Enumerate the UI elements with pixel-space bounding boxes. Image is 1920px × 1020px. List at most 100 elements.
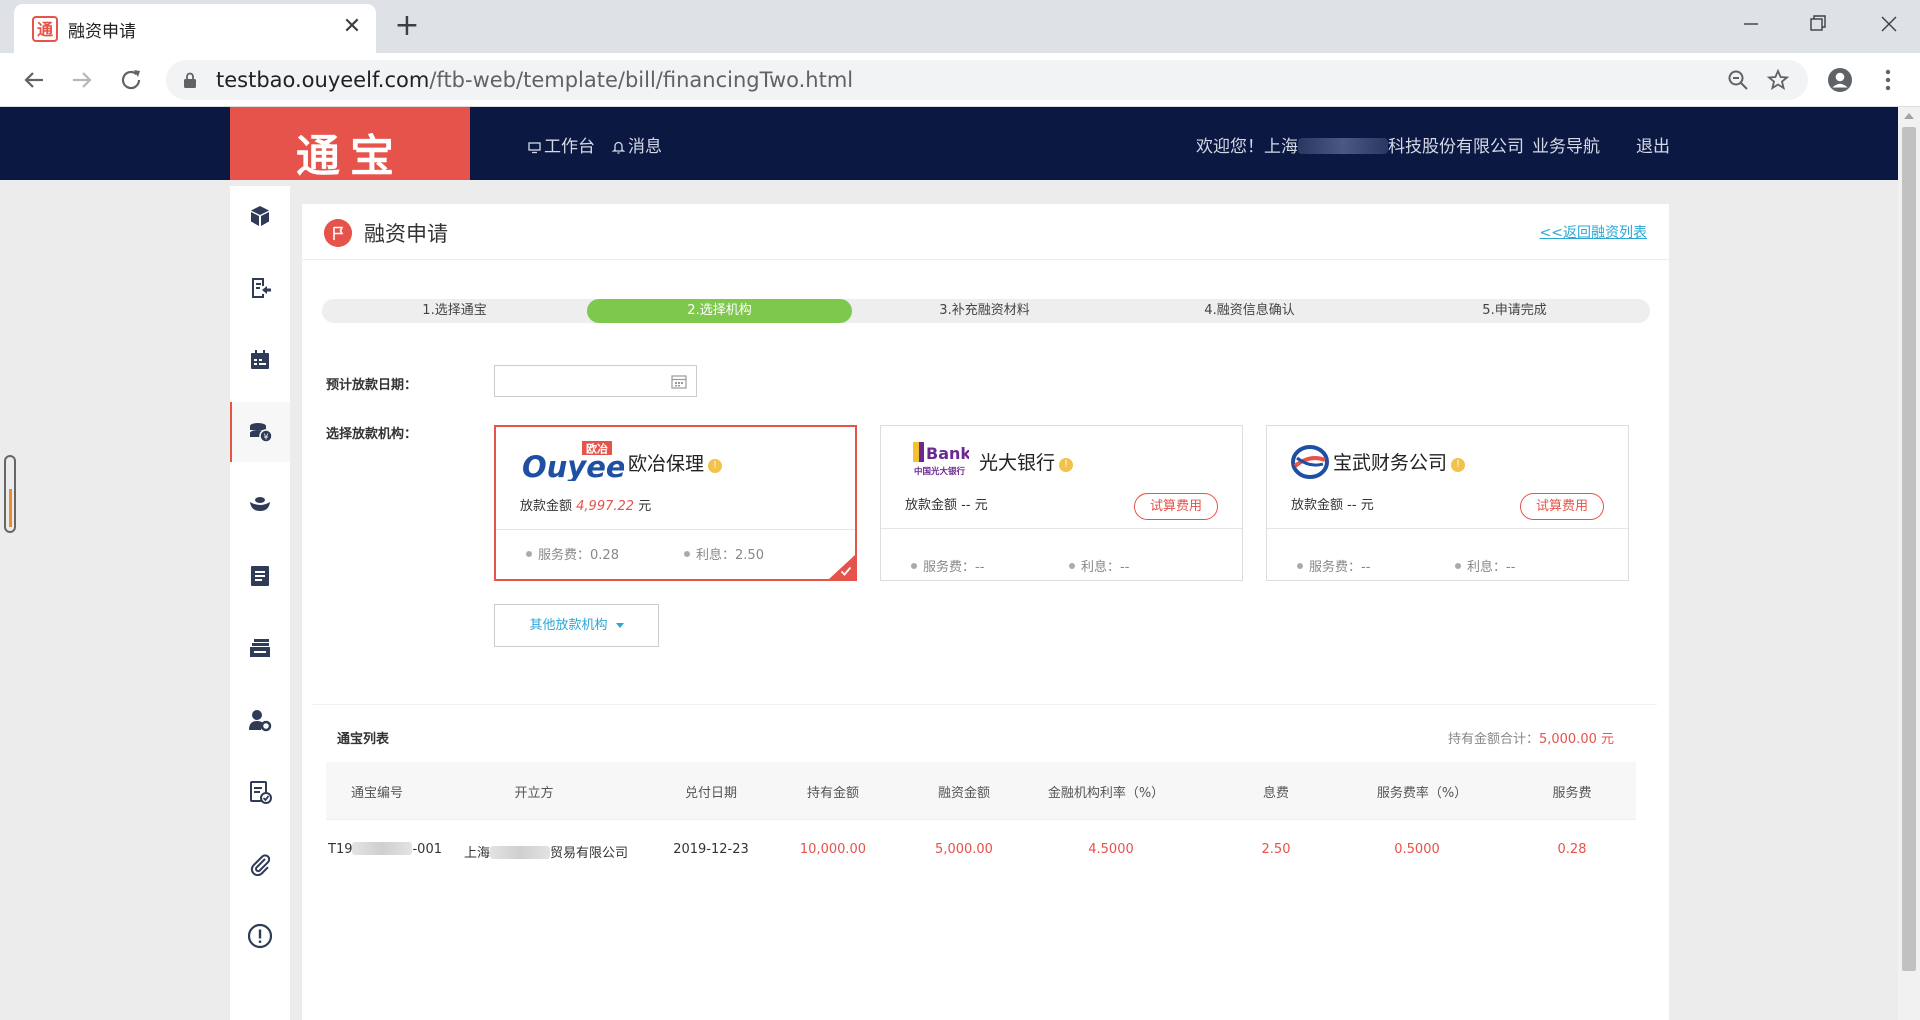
info-icon[interactable]: !: [1059, 458, 1074, 472]
attachment-icon: [250, 854, 271, 876]
zoom-out-icon[interactable]: [1726, 68, 1750, 92]
redacted-company: [1298, 138, 1388, 154]
new-tab-icon[interactable]: +: [392, 11, 422, 42]
sidebar-item-receive[interactable]: [230, 258, 290, 318]
interest: 利息：--: [1455, 556, 1515, 575]
baowu-logo: [1291, 445, 1329, 479]
main-panel: 融资申请 <<返回融资列表 1.选择通宝 2.选择机构 3.补充融资材料 4.融…: [302, 204, 1669, 1020]
column-header: 息费: [1262, 786, 1289, 801]
minimize-icon[interactable]: [1722, 6, 1778, 42]
total-held-amount: 持有金额合计：5,000.00 元: [1447, 732, 1614, 747]
monitor-icon: [528, 142, 541, 154]
check-icon: [840, 566, 852, 576]
sidebar-item-users[interactable]: [230, 690, 290, 750]
browser-menu-icon[interactable]: [1874, 66, 1902, 94]
sidebar-item-help[interactable]: [230, 906, 290, 966]
interest: 利息：2.50: [684, 544, 764, 563]
site-header: 通宝 工作台 消息 欢迎您！上海 科技股份有限公司 业务导航 退出: [0, 107, 1898, 182]
redacted-issuer: [490, 846, 551, 859]
step-progress-bar: 1.选择通宝 2.选择机构 3.补充融资材料 4.融资信息确认 5.申请完成: [322, 299, 1650, 323]
sidebar-item-schedule[interactable]: [230, 330, 290, 390]
loan-date-label: 预计放款日期：: [326, 378, 418, 393]
step-1: 1.选择通宝: [422, 303, 487, 318]
loan-date-input[interactable]: [494, 365, 697, 397]
page-title: 融资申请: [364, 222, 448, 246]
site-logo[interactable]: 通宝: [230, 107, 470, 182]
sidebar-item-archive[interactable]: [230, 618, 290, 678]
calc-fee-button[interactable]: 试算费用: [1520, 493, 1604, 520]
other-institutions-dropdown[interactable]: 其他放款机构: [494, 604, 659, 647]
page-header: 融资申请 <<返回融资列表: [302, 204, 1669, 260]
forward-icon[interactable]: [66, 64, 98, 96]
bell-icon: [611, 141, 626, 154]
step-5: 5.申请完成: [1482, 303, 1547, 318]
tab-close-icon[interactable]: ✕: [338, 13, 366, 41]
scrollbar-thumb[interactable]: [1902, 127, 1916, 971]
institution-card-ouyeel[interactable]: 欧冶 Ouyeel 欧冶保理! 放款金额 4,997.22 元 服务费：0.28…: [494, 425, 857, 581]
cell-service-rate: 0.5000: [1394, 842, 1440, 857]
service-fee: 服务费：--: [1297, 556, 1370, 575]
table-row[interactable]: T19 -001 上海 贸易有限公司 2019-12-23 10,000.00 5,…: [326, 820, 1636, 880]
column-header: 金融机构利率（%）: [1047, 786, 1165, 801]
scroll-up-icon[interactable]: [1904, 113, 1914, 119]
nav-business-guide[interactable]: 业务导航: [1532, 132, 1600, 157]
column-header: 持有金额: [806, 786, 859, 801]
calc-fee-button[interactable]: 试算费用: [1134, 493, 1218, 520]
sidebar-item-financing[interactable]: ¥: [230, 402, 290, 462]
sidebar-item-records[interactable]: [230, 546, 290, 606]
institution-card-everbright[interactable]: Bank 中国光大银行 光大银行! 放款金额 -- 元 试算费用 服务费：-- …: [880, 425, 1243, 581]
cell-issuer: 上海 贸易有限公司: [464, 846, 629, 861]
sidebar-item-approval[interactable]: [230, 762, 290, 822]
institution-name: 光大银行!: [979, 448, 1074, 475]
alert-icon: [247, 923, 273, 949]
column-header: 通宝编号: [350, 786, 403, 801]
sidebar-item-assets[interactable]: [230, 474, 290, 534]
interest: 利息：--: [1069, 556, 1129, 575]
cell-interest-fee: 2.50: [1261, 842, 1291, 857]
sidebar-item-attachments[interactable]: [230, 834, 290, 894]
svg-text:Ouyeel: Ouyeel: [522, 450, 624, 481]
institution-label: 选择放款机构：: [326, 427, 418, 442]
step-2-active: 2.选择机构: [587, 299, 852, 323]
column-header: 融资金额: [937, 786, 990, 801]
step-4: 4.融资信息确认: [1204, 303, 1295, 318]
side-scroll-indicator: [4, 455, 16, 533]
back-to-list-link[interactable]: <<返回融资列表: [1540, 222, 1647, 242]
column-header: 服务费率（%）: [1376, 786, 1468, 801]
bookmark-star-icon[interactable]: [1766, 68, 1790, 92]
info-icon[interactable]: !: [708, 459, 723, 473]
welcome-text: 欢迎您！上海 科技股份有限公司: [1196, 137, 1524, 157]
flag-icon: [324, 219, 352, 247]
page-scrollbar[interactable]: [1898, 107, 1920, 1020]
address-bar[interactable]: testbao.ouyeelf.com/ftb-web/template/bil…: [166, 60, 1808, 100]
ingot-icon: [250, 497, 270, 511]
svg-text:中国光大银行: 中国光大银行: [914, 466, 966, 477]
tongbao-list-title: 通宝列表: [337, 732, 390, 747]
nav-messages[interactable]: 消息: [611, 132, 662, 157]
sidebar-item-tongbao[interactable]: [230, 186, 290, 246]
restore-icon[interactable]: [1790, 6, 1846, 42]
coins-icon: ¥: [250, 423, 273, 443]
service-fee: 服务费：--: [911, 556, 984, 575]
institution-card-baowu[interactable]: 宝武财务公司! 放款金额 -- 元 试算费用 服务费：-- 利息：--: [1266, 425, 1629, 581]
info-icon[interactable]: !: [1451, 458, 1466, 472]
nav-logout[interactable]: 退出: [1636, 132, 1670, 157]
sidebar: ¥: [230, 186, 290, 1020]
lock-icon: [184, 72, 196, 88]
everbright-bank-logo: Bank 中国光大银行: [913, 442, 969, 477]
cell-due-date: 2019-12-23: [673, 842, 749, 857]
institution-name: 宝武财务公司!: [1333, 448, 1466, 475]
cell-service-fee: 0.28: [1557, 842, 1587, 857]
browser-tab[interactable]: 通 融资申请 ✕: [14, 4, 376, 53]
calendar-icon: [251, 350, 269, 369]
step-3: 3.补充融资材料: [939, 303, 1030, 318]
calendar-picker-icon[interactable]: [671, 374, 687, 389]
loan-amount: 放款金额 -- 元: [905, 498, 988, 513]
institution-name: 欧冶保理!: [628, 449, 723, 476]
back-icon[interactable]: [18, 64, 50, 96]
profile-avatar-icon[interactable]: [1826, 66, 1854, 94]
column-header: 服务费: [1552, 786, 1592, 801]
close-window-icon[interactable]: [1860, 6, 1916, 42]
nav-workbench[interactable]: 工作台: [528, 132, 595, 157]
reload-icon[interactable]: [115, 64, 147, 96]
